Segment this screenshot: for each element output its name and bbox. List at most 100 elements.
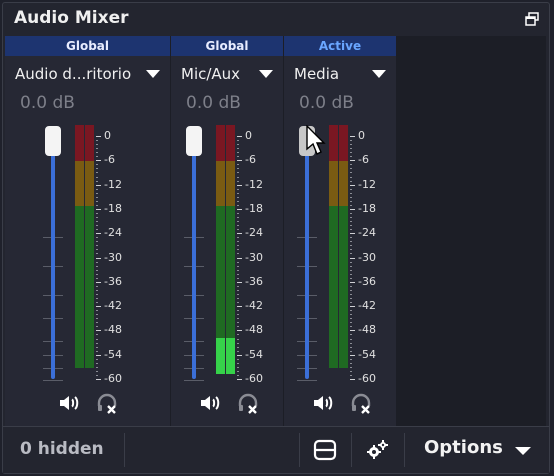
options-button[interactable]: Options: [424, 437, 503, 458]
scale-minor-tick: [96, 253, 98, 255]
meter-zone: [85, 206, 94, 368]
scale-minor-tick: [237, 273, 239, 275]
scale-minor-tick: [350, 289, 352, 291]
scale-minor-tick: [96, 217, 98, 218]
meter-zone: [339, 206, 348, 368]
scale-label: -54: [358, 347, 376, 361]
scale-minor-tick: [96, 237, 98, 239]
scale-minor-tick: [96, 148, 98, 150]
scale-minor-tick: [350, 172, 352, 174]
scale-label: -24: [104, 226, 122, 240]
volume-slider[interactable]: [51, 136, 55, 379]
chevron-down-icon: [372, 70, 386, 78]
scale-tick: [96, 281, 101, 283]
monitor-off-icon[interactable]: [349, 391, 373, 415]
scale-minor-tick: [96, 318, 98, 320]
monitor-off-icon[interactable]: [95, 391, 119, 415]
scale-tick: [350, 184, 355, 186]
scale-minor-tick: [350, 310, 352, 312]
scale-minor-tick: [350, 245, 352, 247]
scale-minor-tick: [237, 196, 239, 198]
speaker-icon[interactable]: [311, 391, 335, 415]
scale-label: -54: [104, 347, 122, 361]
volume-db-label: 0.0 dB: [20, 93, 75, 113]
gear-icon[interactable]: [364, 437, 390, 463]
scale-minor-tick: [350, 144, 352, 146]
scale-minor-tick: [237, 322, 239, 324]
meter-level: [226, 337, 235, 374]
meter-zone: [85, 125, 94, 162]
scale-minor-tick: [237, 261, 239, 263]
meter-zone: [75, 206, 84, 368]
scale-minor-tick: [96, 302, 98, 304]
scale-label: 0: [104, 129, 111, 142]
channel-name-dropdown[interactable]: Mic/Aux: [181, 63, 273, 85]
scale-minor-tick: [96, 334, 98, 336]
monitor-off-icon[interactable]: [236, 391, 260, 415]
scale-minor-tick: [350, 362, 352, 364]
scale-minor-tick: [96, 289, 98, 291]
scale-label: -24: [358, 226, 376, 240]
scale-minor-tick: [350, 249, 352, 251]
scale-minor-tick: [96, 245, 98, 247]
scale-minor-tick: [237, 253, 239, 255]
scale-minor-tick: [237, 318, 239, 320]
db-scale: 0 -6 -12 -18 -24 -30 -36 -42 -48 -54 -60: [350, 125, 390, 385]
volume-slider-handle[interactable]: [186, 126, 202, 156]
scale-minor-tick: [350, 285, 352, 287]
scale-minor-tick: [237, 346, 239, 348]
scale-minor-tick: [96, 314, 98, 316]
scale-minor-tick: [350, 241, 352, 243]
volume-slider[interactable]: [192, 136, 196, 379]
volume-slider-handle[interactable]: [45, 126, 61, 156]
channel-name-dropdown[interactable]: Media: [294, 63, 386, 85]
scale-minor-tick: [350, 370, 352, 372]
slider-tick: [184, 380, 204, 381]
scale-label: -36: [104, 274, 122, 288]
scale-minor-tick: [237, 310, 239, 312]
scale-minor-tick: [237, 140, 239, 142]
volume-slider[interactable]: [305, 136, 309, 379]
chevron-down-icon[interactable]: [515, 447, 531, 455]
channel-strip-media: Active Media 0.0 dB 0 -6 -12 -18 -24 -30 -36 -4…: [284, 36, 397, 426]
scale-minor-tick: [96, 152, 98, 154]
scale-minor-tick: [96, 298, 98, 299]
scale-minor-tick: [237, 204, 239, 206]
channel-strip-mic-aux: Global Mic/Aux 0.0 dB 0 -6 -12 -18 -24 -30 -36…: [171, 36, 284, 426]
scale-minor-tick: [237, 298, 239, 299]
hidden-count-label[interactable]: 0 hidden: [20, 439, 104, 459]
scale-minor-tick: [350, 322, 352, 324]
layout-toggle-icon[interactable]: [312, 437, 338, 463]
scale-minor-tick: [237, 180, 239, 182]
channel-name-dropdown[interactable]: Audio d...ritorio: [15, 63, 160, 85]
scale-minor-tick: [96, 265, 98, 267]
scale-label: -30: [104, 250, 122, 264]
speaker-icon[interactable]: [57, 391, 81, 415]
scale-minor-tick: [96, 342, 98, 344]
scale-tick: [96, 208, 101, 210]
scale-label: -12: [358, 177, 376, 191]
audio-meter-left: [216, 125, 225, 379]
scale-minor-tick: [350, 140, 352, 142]
scale-minor-tick: [350, 273, 352, 275]
scale-minor-tick: [96, 269, 98, 271]
meter-zone: [75, 161, 84, 206]
speaker-icon[interactable]: [198, 391, 222, 415]
scale-tick: [237, 306, 242, 308]
scale-label: -6: [104, 153, 115, 167]
scale-minor-tick: [237, 152, 239, 154]
scale-tick: [350, 208, 355, 210]
scale-minor-tick: [350, 366, 352, 368]
channel-header: Global: [171, 36, 283, 56]
undock-icon[interactable]: [525, 12, 539, 26]
scale-label: -60: [245, 372, 263, 385]
scale-minor-tick: [237, 277, 239, 279]
divider: [124, 433, 125, 467]
scale-minor-tick: [237, 245, 239, 247]
scale-minor-tick: [237, 334, 239, 336]
scale-tick: [350, 233, 355, 235]
meter-zone: [339, 161, 348, 206]
scale-minor-tick: [96, 172, 98, 174]
scale-minor-tick: [96, 273, 98, 275]
scale-minor-tick: [350, 196, 352, 198]
